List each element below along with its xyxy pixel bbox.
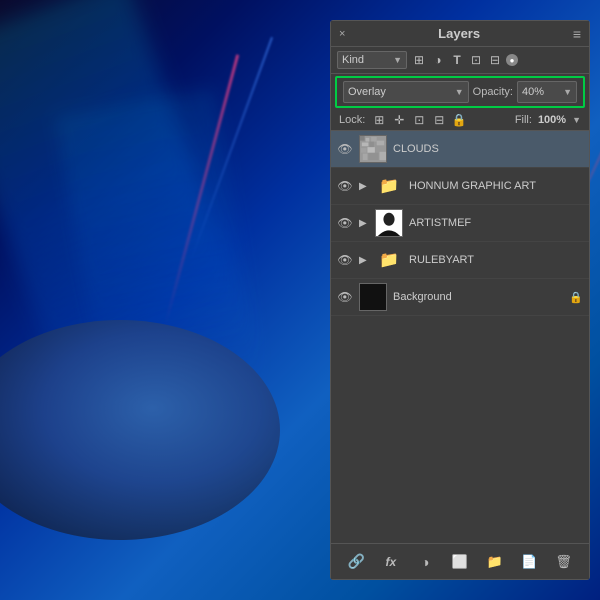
- lock-label: Lock:: [339, 114, 365, 126]
- layers-list: 👁 CLOUDS: [331, 131, 589, 543]
- blend-opacity-row: Overlay ▼ Opacity: 40% ▼: [335, 76, 585, 108]
- pixel-icon[interactable]: ⊞: [411, 52, 427, 68]
- delete-layer-icon[interactable]: 🗑: [553, 551, 575, 573]
- panel-titlebar: × Layers ≡: [331, 21, 589, 47]
- panel-close-icon[interactable]: ×: [339, 28, 345, 40]
- folder-icon-honnum: 📁: [379, 176, 399, 196]
- layer-visibility-clouds[interactable]: 👁: [337, 142, 353, 156]
- layer-thumb-artistmef: [375, 209, 403, 237]
- lock-artboard-icon[interactable]: ⊟: [431, 113, 447, 127]
- adjustment-icon[interactable]: ◑: [430, 52, 446, 68]
- blend-mode-dropdown[interactable]: Overlay ▼: [343, 81, 469, 103]
- layer-lock-background: 🔒: [569, 291, 583, 304]
- smart-object-icon[interactable]: ⊡: [468, 52, 484, 68]
- kind-chevron: ▼: [393, 55, 402, 65]
- layer-thumb-rulebyart: 📁: [375, 246, 403, 274]
- opacity-dropdown[interactable]: 40% ▼: [517, 81, 577, 103]
- lock-icons: ⊞ ✛ ⊡ ⊟ 🔒: [371, 113, 509, 127]
- layer-mask-icon[interactable]: ⬜: [449, 551, 471, 573]
- kind-dropdown[interactable]: Kind ▼: [337, 51, 407, 69]
- lock-transform-icon[interactable]: ⊡: [411, 113, 427, 127]
- panel-footer: 🔗 fx ◑ ⬜ 📁 📄 🗑: [331, 543, 589, 579]
- lock-pixels-icon[interactable]: ⊞: [371, 113, 387, 127]
- layer-item-clouds[interactable]: 👁 CLOUDS: [331, 131, 589, 168]
- layer-name-honnum: HONNUM GRAPHIC ART: [409, 180, 583, 192]
- lock-move-icon[interactable]: ✛: [391, 113, 407, 127]
- layer-expand-rulebyart[interactable]: ▶: [359, 255, 369, 266]
- link-layers-icon[interactable]: 🔗: [345, 551, 367, 573]
- type-icon[interactable]: T: [449, 52, 465, 68]
- new-layer-icon[interactable]: 📄: [518, 551, 540, 573]
- layer-name-background: Background: [393, 291, 563, 303]
- layer-item-background[interactable]: 👁 Background 🔒: [331, 279, 589, 316]
- layer-expand-artistmef[interactable]: ▶: [359, 218, 369, 229]
- blend-chevron: ▼: [455, 87, 464, 97]
- panel-title: Layers: [438, 26, 480, 41]
- artboard-icon[interactable]: ⊟: [487, 52, 503, 68]
- layer-item-honnum[interactable]: 👁 ▶ 📁 HONNUM GRAPHIC ART: [331, 168, 589, 205]
- layer-visibility-rulebyart[interactable]: 👁: [337, 253, 353, 267]
- layer-thumb-honnum: 📁: [375, 172, 403, 200]
- layer-visibility-artistmef[interactable]: 👁: [337, 216, 353, 230]
- layers-panel: × Layers ≡ Kind ▼ ⊞ ◑ T ⊡ ⊟ ● Overlay ▼ …: [330, 20, 590, 580]
- folder-icon-rulebyart: 📁: [379, 250, 399, 270]
- color-icon[interactable]: ●: [506, 54, 518, 66]
- new-fill-adjustment-icon[interactable]: ◑: [414, 551, 436, 573]
- layer-thumb-background: [359, 283, 387, 311]
- lock-row: Lock: ⊞ ✛ ⊡ ⊟ 🔒 Fill: 100% ▼: [331, 110, 589, 131]
- lock-all-icon[interactable]: 🔒: [451, 113, 467, 127]
- layer-visibility-honnum[interactable]: 👁: [337, 179, 353, 193]
- layer-name-clouds: CLOUDS: [393, 143, 583, 155]
- fx-icon[interactable]: fx: [380, 551, 402, 573]
- layer-visibility-background[interactable]: 👁: [337, 290, 353, 304]
- layer-item-artistmef[interactable]: 👁 ▶ ARTISTMEF: [331, 205, 589, 242]
- layer-expand-honnum[interactable]: ▶: [359, 181, 369, 192]
- opacity-chevron: ▼: [563, 87, 572, 97]
- fill-value: 100%: [538, 114, 566, 126]
- fill-chevron[interactable]: ▼: [572, 115, 581, 125]
- kind-toolbar: Kind ▼ ⊞ ◑ T ⊡ ⊟ ●: [331, 47, 589, 74]
- toolbar-icons: ⊞ ◑ T ⊡ ⊟ ●: [411, 52, 518, 68]
- opacity-label: Opacity:: [473, 86, 513, 98]
- fill-label: Fill:: [515, 114, 532, 126]
- layer-name-artistmef: ARTISTMEF: [409, 217, 583, 229]
- panel-menu-icon[interactable]: ≡: [573, 26, 581, 42]
- layer-item-rulebyart[interactable]: 👁 ▶ 📁 RULEBYART: [331, 242, 589, 279]
- layer-thumb-clouds: [359, 135, 387, 163]
- new-group-icon[interactable]: 📁: [484, 551, 506, 573]
- layer-name-rulebyart: RULEBYART: [409, 254, 583, 266]
